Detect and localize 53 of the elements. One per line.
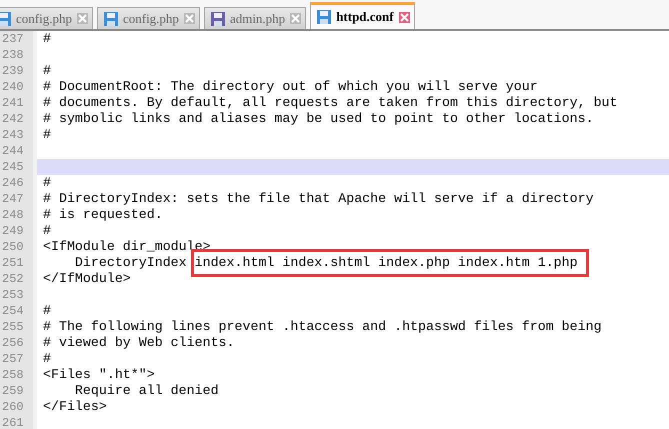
code-line: # is requested. — [43, 207, 163, 223]
line-number: 256 — [0, 335, 37, 351]
line-number: 249 — [0, 223, 37, 239]
code-line: # documents. By default, all requests are taken from this directory, but — [43, 95, 618, 111]
line-number: 253 — [0, 287, 37, 303]
code-line: # — [43, 351, 51, 367]
code-line: # — [43, 175, 51, 191]
line-number: 252 — [0, 271, 37, 287]
line-number: 242 — [0, 111, 37, 127]
close-icon[interactable] — [290, 13, 302, 24]
code-line: # — [43, 127, 51, 143]
line-number: 251 — [0, 255, 37, 271]
line-number: 247 — [0, 191, 37, 207]
highlighted-code: index.html index.shtml index.php index.htm 1.php — [190, 249, 589, 277]
line-number: 257 — [0, 351, 37, 367]
code-line: # DirectoryIndex: sets the file that Apache will serve if a directory — [43, 191, 594, 207]
line-number: 243 — [0, 127, 37, 143]
close-icon[interactable] — [398, 12, 410, 22]
file-tab[interactable]: httpd.conf — [310, 2, 415, 29]
line-number: 239 — [0, 63, 37, 79]
code-line: Require all denied — [74, 383, 219, 399]
code-line: # symbolic links and aliases may be used to point to other locations. — [43, 111, 594, 127]
code-line: </IfModule> — [43, 271, 131, 287]
close-icon[interactable] — [76, 13, 88, 24]
line-number: 259 — [0, 383, 37, 399]
file-tab[interactable]: config.php — [0, 7, 93, 29]
code-line: # — [43, 31, 51, 47]
code-line: DirectoryIndex — [74, 255, 188, 271]
code-line: </Files> — [43, 399, 107, 415]
line-number: 260 — [0, 399, 37, 415]
line-number: 250 — [0, 239, 37, 255]
line-number: 258 — [0, 367, 37, 383]
line-number: 255 — [0, 319, 37, 335]
line-number: 254 — [0, 303, 37, 319]
code-line: # The following lines prevent .htaccess and .htpasswd files from being — [43, 319, 602, 335]
code-line: # viewed by Web clients. — [43, 335, 235, 351]
line-number: 241 — [0, 95, 37, 111]
line-number: 244 — [0, 143, 37, 159]
code-line: # DocumentRoot: The directory out of which you will serve your — [43, 79, 538, 95]
line-number: 238 — [0, 47, 37, 63]
line-number: 237 — [0, 31, 37, 47]
line-number: 248 — [0, 207, 37, 223]
file-tab[interactable]: admin.php — [204, 7, 306, 29]
code-line: # — [43, 63, 51, 79]
code-line: # — [43, 303, 51, 319]
code-line: <Files ".ht*"> — [43, 367, 155, 383]
close-icon[interactable] — [184, 13, 195, 24]
line-number: 240 — [0, 79, 37, 95]
line-number: 261 — [0, 415, 37, 429]
file-tab[interactable]: config.php — [96, 7, 200, 29]
line-number: 246 — [0, 175, 37, 191]
code-line: # — [43, 223, 51, 239]
line-number: 245 — [0, 159, 37, 175]
